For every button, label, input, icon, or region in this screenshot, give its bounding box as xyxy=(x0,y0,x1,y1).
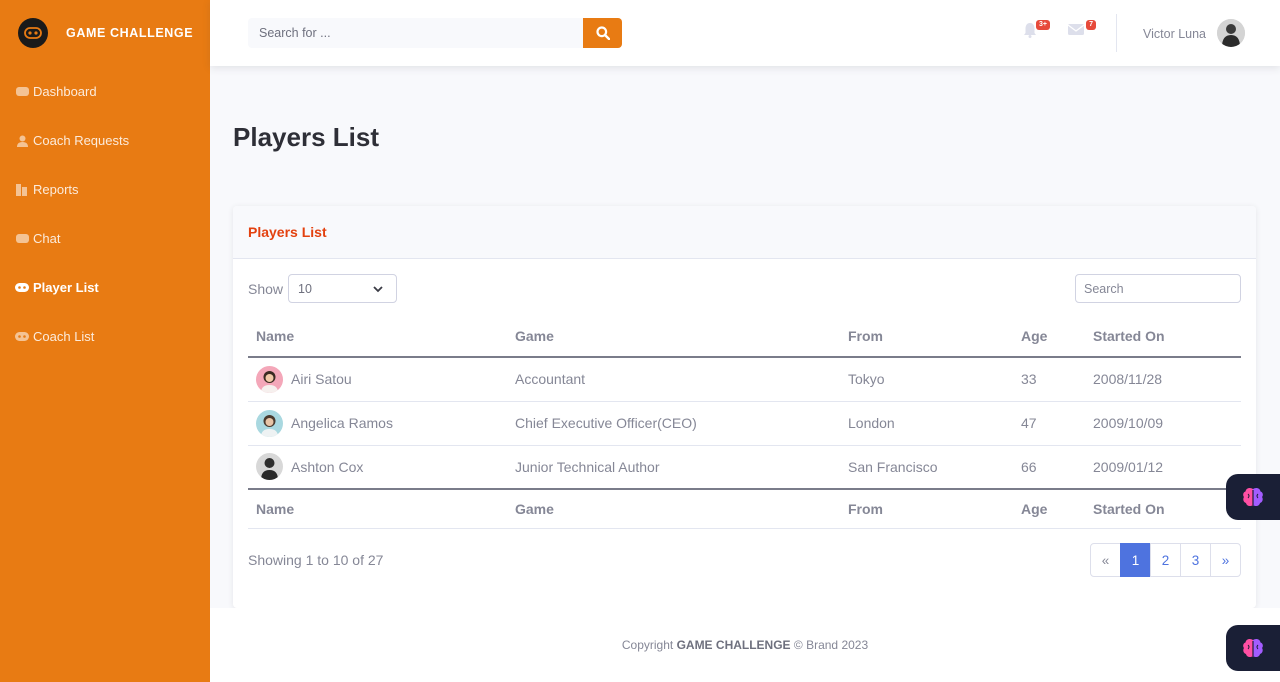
footer: Copyright GAME CHALLENGE © Brand 2023 xyxy=(210,608,1280,682)
table-row: Ashton Cox Junior Technical Author San F… xyxy=(248,445,1241,489)
sidebar-item-coach-list[interactable]: Coach List xyxy=(0,312,210,361)
sidebar-item-label: Chat xyxy=(33,231,61,246)
gamepad-icon xyxy=(15,331,29,343)
column-footer-from: From xyxy=(840,488,1013,529)
page-size-value: 10 xyxy=(298,281,312,296)
pagination-page-2[interactable]: 2 xyxy=(1150,543,1181,577)
footer-prefix: Copyright xyxy=(621,638,674,652)
cell-game: Junior Technical Author xyxy=(515,458,660,475)
assistant-button[interactable] xyxy=(1226,474,1280,520)
cell-started-on: 2009/10/09 xyxy=(1085,401,1241,446)
column-footer-started-on: Started On xyxy=(1085,488,1241,529)
table-row: Angelica Ramos Chief Executive Officer(C… xyxy=(248,401,1241,446)
topbar-divider xyxy=(1116,14,1117,52)
column-footer-game: Game xyxy=(507,488,840,529)
column-header-from[interactable]: From xyxy=(840,316,1013,358)
table-header-row: Name Game From Age Started On xyxy=(248,316,1241,358)
column-header-started-on[interactable]: Started On xyxy=(1085,316,1241,358)
cell-from: Tokyo xyxy=(840,357,1013,402)
page-size-select[interactable]: 10 xyxy=(288,274,397,303)
avatar xyxy=(256,409,283,437)
pagination-page-3[interactable]: 3 xyxy=(1180,543,1211,577)
sidebar-item-label: Player List xyxy=(33,280,99,295)
footer-copyright: Copyright GAME CHALLENGE © Brand 2023 xyxy=(622,638,868,652)
table-info: Showing 1 to 10 of 27 xyxy=(248,552,384,568)
pagination-page-1[interactable]: 1 xyxy=(1120,543,1151,577)
sidebar-item-label: Coach List xyxy=(33,329,95,344)
brain-icon xyxy=(1243,638,1263,658)
topbar-search xyxy=(248,18,622,48)
search-icon xyxy=(595,26,610,40)
sidebar: GAME CHALLENGE Dashboard Coach Requests … xyxy=(0,0,210,682)
table-row: Airi Satou Accountant Tokyo 33 2008/11/2… xyxy=(248,357,1241,402)
envelope-icon xyxy=(1067,24,1085,35)
brand-name: GAME CHALLENGE xyxy=(66,26,194,40)
messages-badge: 7 xyxy=(1086,20,1096,30)
avatar xyxy=(256,453,283,481)
avatar xyxy=(256,365,283,393)
sidebar-item-dashboard[interactable]: Dashboard xyxy=(0,67,210,116)
cell-age: 33 xyxy=(1013,357,1085,402)
players-card: Players List Show 10 Name Game From Age … xyxy=(233,206,1256,608)
sidebar-item-reports[interactable]: Reports xyxy=(0,165,210,214)
brand[interactable]: GAME CHALLENGE xyxy=(18,18,193,48)
cell-game: Chief Executive Officer(CEO) xyxy=(507,401,840,446)
gamepad-logo-icon xyxy=(18,18,48,48)
topbar: 3+ 7 Victor Luna xyxy=(210,0,1280,66)
show-label: Show xyxy=(248,281,284,297)
cell-name: Ashton Cox xyxy=(248,445,507,489)
player-name: Ashton Cox xyxy=(291,458,364,475)
alerts-badge: 3+ xyxy=(1036,20,1050,30)
chevron-down-icon xyxy=(373,286,383,293)
dashboard-icon xyxy=(15,86,29,98)
column-footer-age: Age xyxy=(1013,488,1085,529)
search-button[interactable] xyxy=(583,18,622,48)
cell-name: Angelica Ramos xyxy=(248,401,507,446)
card-title: Players List xyxy=(248,224,327,240)
sidebar-item-coach-requests[interactable]: Coach Requests xyxy=(0,116,210,165)
footer-suffix: © Brand 2023 xyxy=(793,638,869,652)
messages-button[interactable]: 7 xyxy=(1067,20,1096,40)
sidebar-item-label: Coach Requests xyxy=(33,133,130,148)
pagination: « 1 2 3 » xyxy=(1090,543,1241,577)
table-search-input[interactable] xyxy=(1075,274,1241,303)
cell-age: 47 xyxy=(1013,401,1085,446)
sidebar-item-chat[interactable]: Chat xyxy=(0,214,210,263)
sidebar-item-label: Reports xyxy=(33,182,79,197)
sidebar-item-label: Dashboard xyxy=(33,84,97,99)
cell-from: San Francisco xyxy=(848,458,938,475)
sidebar-item-player-list[interactable]: Player List xyxy=(0,263,210,312)
column-footer-name: Name xyxy=(248,488,507,529)
cell-name: Airi Satou xyxy=(248,357,507,402)
brain-icon xyxy=(1243,487,1263,507)
alerts-button[interactable]: 3+ xyxy=(1022,20,1050,40)
column-header-age[interactable]: Age xyxy=(1013,316,1085,358)
cell-game: Accountant xyxy=(507,357,840,402)
pagination-previous[interactable]: « xyxy=(1090,543,1121,577)
avatar[interactable] xyxy=(1217,19,1245,47)
chat-icon xyxy=(15,233,29,245)
pagination-next[interactable]: » xyxy=(1210,543,1241,577)
page-title: Players List xyxy=(233,122,379,152)
player-name: Angelica Ramos xyxy=(291,415,393,431)
reports-icon xyxy=(15,183,29,196)
players-table: Name Game From Age Started On Airi Satou… xyxy=(248,316,1241,529)
user-icon xyxy=(15,135,29,147)
gamepad-icon xyxy=(15,282,29,294)
column-header-game[interactable]: Game xyxy=(507,316,840,358)
cell-age: 66 xyxy=(1021,458,1037,475)
user-name[interactable]: Victor Luna xyxy=(1143,27,1206,41)
footer-brand: GAME CHALLENGE xyxy=(676,638,791,652)
player-name: Airi Satou xyxy=(291,371,352,388)
sidebar-nav: Dashboard Coach Requests Reports Chat Pl… xyxy=(0,67,210,361)
cell-from: London xyxy=(840,401,1013,446)
column-header-name[interactable]: Name xyxy=(248,316,507,358)
search-input[interactable] xyxy=(248,18,583,48)
cell-started-on: 2008/11/28 xyxy=(1085,357,1241,402)
cell-started-on: 2009/01/12 xyxy=(1093,458,1164,475)
card-header: Players List xyxy=(233,206,1256,259)
table-footer-row: Name Game From Age Started On xyxy=(248,488,1241,529)
assistant-button-secondary[interactable] xyxy=(1226,625,1280,671)
